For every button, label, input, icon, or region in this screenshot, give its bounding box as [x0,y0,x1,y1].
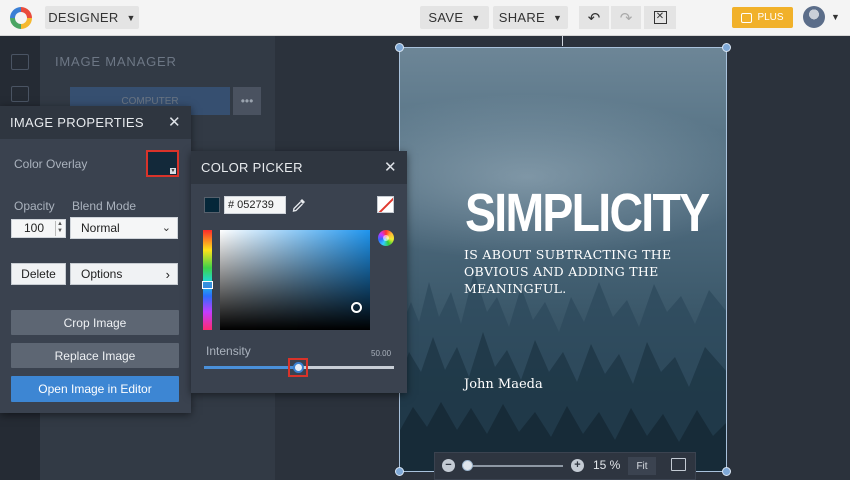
options-label: Options [81,267,123,281]
close-icon[interactable]: ✕ [168,115,181,130]
picker-header: COLOR PICKER ✕ [191,151,407,184]
image-properties-panel: IMAGE PROPERTIES ✕ Color Overlay ▼ Opaci… [0,106,191,413]
plus-label: PLUS [757,12,784,23]
blend-mode-label: Blend Mode [72,199,137,213]
crop-label: Crop Image [63,315,127,330]
top-toolbar: DESIGNER ▼ SAVE ▼ SHARE ▼ ↶ ↷ ✕ PLUS ▼ [0,0,850,36]
resize-handle-bottom-right[interactable] [722,467,731,476]
eyedropper-icon[interactable] [291,197,307,213]
open-editor-label: Open Image in Editor [38,382,152,396]
delete-element-button[interactable]: ✕ [644,6,676,29]
dropdown-arrow-icon: ▼ [170,168,176,174]
spinner-icon[interactable]: ▲ ▼ [55,221,64,236]
image-manager-title: IMAGE MANAGER [55,54,177,69]
opacity-value: 100 [24,221,45,235]
close-icon: ✕ [653,11,667,24]
panel-title: IMAGE PROPERTIES [10,115,144,130]
panel-header: IMAGE PROPERTIES ✕ [0,106,191,139]
poster-title[interactable]: SIMPLICITY [465,186,710,240]
close-icon[interactable]: ✕ [384,160,397,175]
open-in-editor-button[interactable]: Open Image in Editor [11,376,179,402]
replace-label: Replace Image [54,348,136,363]
delete-button[interactable]: Delete [11,263,66,285]
intensity-value: 50.00 [371,349,392,358]
crop-image-button[interactable]: Crop Image [11,310,179,335]
opacity-input[interactable]: 100 ▲ ▼ [11,219,66,238]
color-wheel-icon[interactable] [378,230,394,246]
hue-marker[interactable] [202,281,213,289]
crown-icon [741,12,753,23]
delete-label: Delete [21,267,56,281]
zoom-slider-track[interactable] [467,465,563,467]
blend-mode-value: Normal [81,221,120,235]
replace-image-button[interactable]: Replace Image [11,343,179,368]
color-overlay-swatch[interactable]: ▼ [146,150,179,177]
blend-mode-select[interactable]: Normal ⌄ [70,217,178,239]
caret-down-icon[interactable]: ▼ [831,12,840,22]
caret-down-icon: ▼ [553,12,563,23]
redo-button[interactable]: ↷ [611,6,641,29]
intensity-label: Intensity [206,344,251,358]
zoom-slider-knob[interactable] [462,460,473,471]
hue-slider[interactable] [203,230,212,330]
resize-handle-bottom-left[interactable] [395,467,404,476]
more-options-button[interactable]: ••• [233,87,261,115]
chevron-down-icon: ⌄ [161,222,171,234]
fullscreen-icon[interactable] [671,458,686,471]
opacity-label: Opacity [14,199,55,213]
avatar[interactable] [803,6,825,28]
logo-icon[interactable] [10,7,32,29]
intensity-knob[interactable] [293,362,304,373]
plus-upgrade-button[interactable]: PLUS [732,7,793,28]
undo-icon: ↶ [587,9,601,27]
caret-down-icon: ▼ [126,12,136,23]
options-button[interactable]: Options › [70,263,178,285]
resize-handle-top-left[interactable] [395,43,404,52]
poster-subtitle[interactable]: IS ABOUT SUBTRACTING THE OBVIOUS AND ADD… [464,246,679,297]
redo-icon: ↷ [619,9,633,27]
share-label: SHARE [498,10,546,25]
save-button[interactable]: SAVE ▼ [420,6,489,29]
picker-title: COLOR PICKER [201,160,303,175]
share-button[interactable]: SHARE ▼ [493,6,568,29]
center-guide [562,36,563,46]
color-overlay-label: Color Overlay [14,157,88,171]
color-marker[interactable] [351,302,362,313]
caret-down-icon: ▼ [471,12,481,23]
intensity-knob-highlight[interactable] [288,358,308,377]
zoom-out-button[interactable]: − [442,459,455,472]
zoom-bar: − + 15 % Fit [434,452,696,480]
chevron-right-icon: › [165,267,170,282]
folder-icon[interactable] [11,86,29,102]
saturation-value-area[interactable] [220,230,370,330]
fit-button[interactable]: Fit [628,457,656,475]
mode-label: DESIGNER [48,10,119,25]
save-label: SAVE [428,10,464,25]
poster-author[interactable]: John Maeda [464,377,543,392]
current-color-swatch [204,197,220,213]
zoom-value: 15 % [593,458,621,472]
mode-dropdown[interactable]: DESIGNER ▼ [45,6,139,29]
hex-input[interactable]: # 052739 [224,196,286,214]
no-color-button[interactable] [377,196,394,213]
undo-button[interactable]: ↶ [579,6,609,29]
resize-handle-top-right[interactable] [722,43,731,52]
image-icon[interactable] [11,54,29,70]
intensity-fill [204,366,299,369]
color-picker-panel: COLOR PICKER ✕ # 052739 Intensity 50.00 [191,151,407,393]
zoom-in-button[interactable]: + [571,459,584,472]
